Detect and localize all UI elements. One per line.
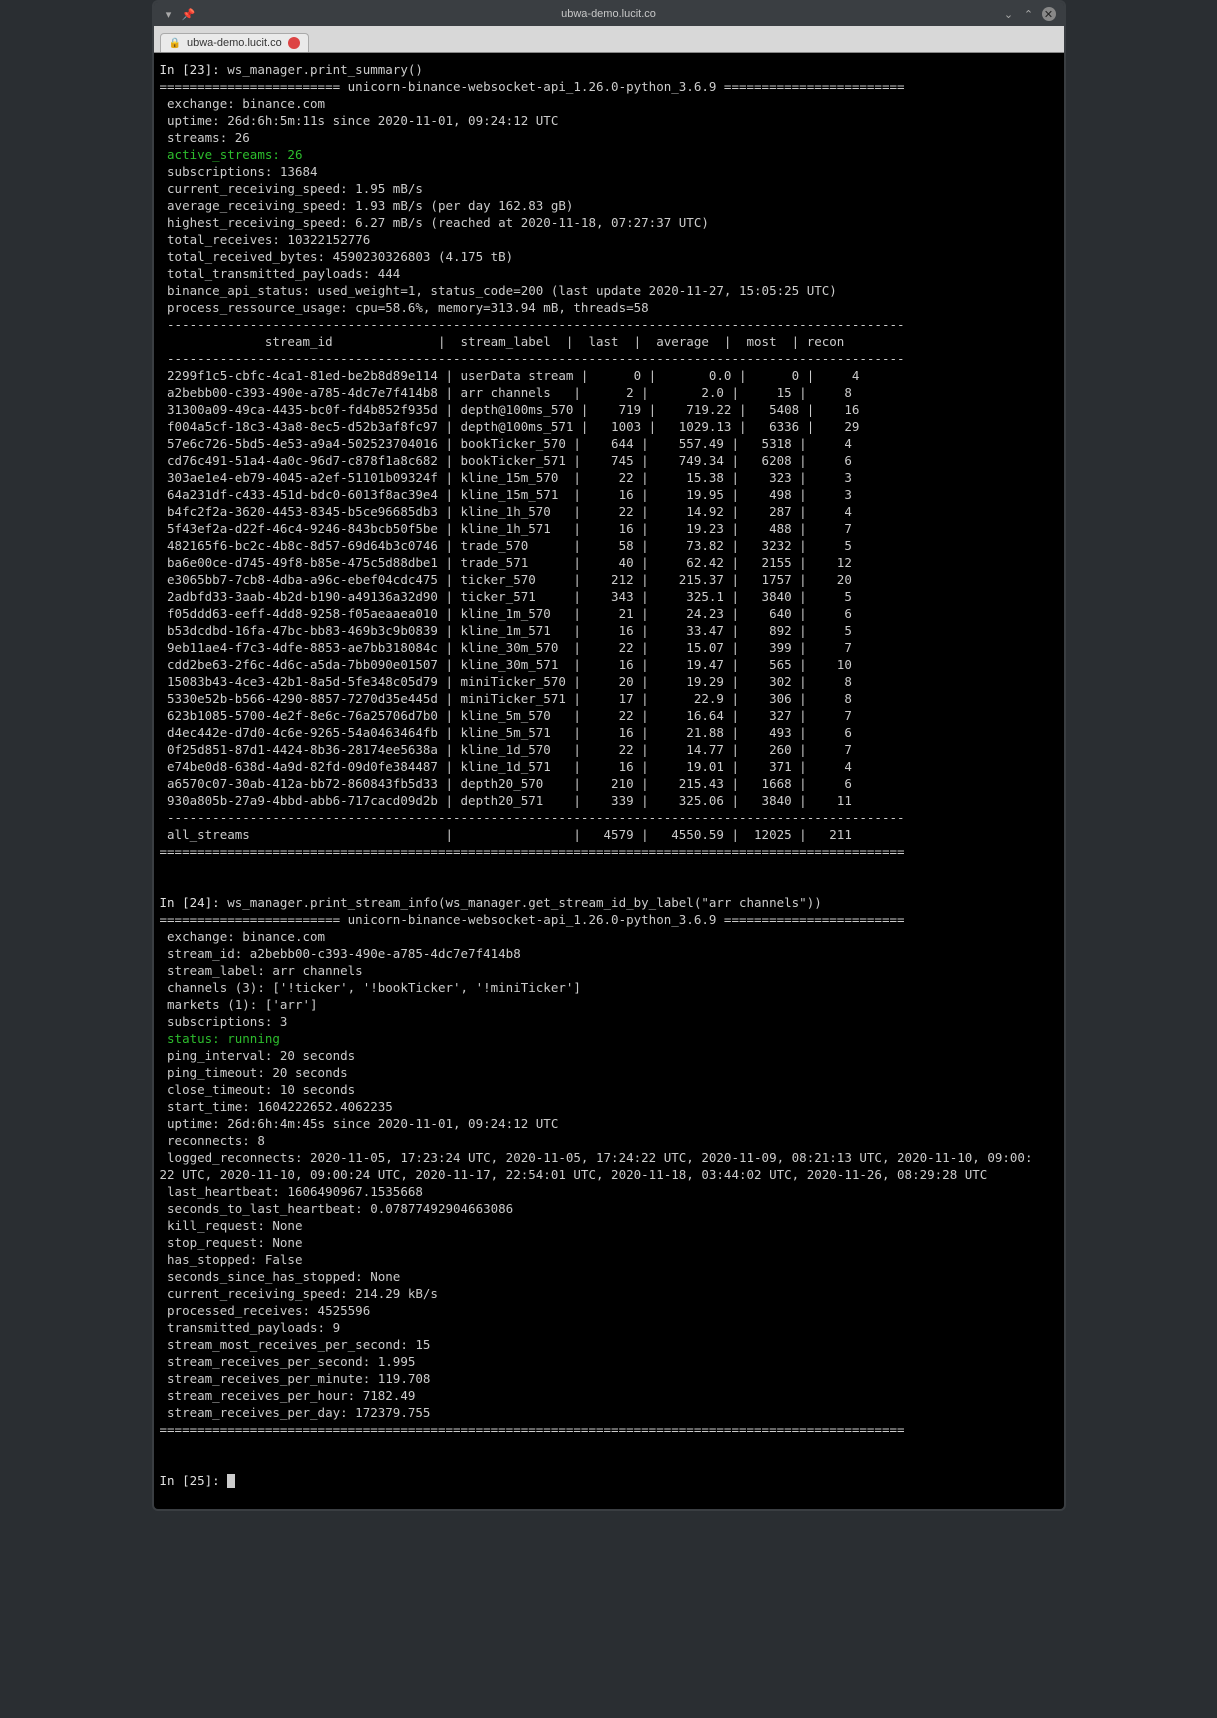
- tab-label: ubwa-demo.lucit.co: [187, 37, 282, 49]
- info-stream-id: stream_id: a2bebb00-c393-490e-a785-4dc7e…: [160, 946, 521, 961]
- input-24-prompt: In [24]:: [160, 895, 228, 910]
- footer-eq: ========================================…: [160, 1422, 905, 1437]
- tab-session[interactable]: 🔒 ubwa-demo.lucit.co: [160, 33, 309, 52]
- terminal[interactable]: In [23]: ws_manager.print_summary() ====…: [154, 53, 1064, 1509]
- input-23-prompt: In [23]:: [160, 62, 228, 77]
- input-23-code: ws_manager.print_summary(): [227, 62, 423, 77]
- tab-close-icon[interactable]: [288, 37, 300, 49]
- table-header: stream_id | stream_label | last | averag…: [160, 334, 845, 349]
- summary-total-receives: total_receives: 10322152776: [160, 232, 371, 247]
- info-kill-request: kill_request: None: [160, 1218, 303, 1233]
- info-per-minute: stream_receives_per_minute: 119.708: [160, 1371, 431, 1386]
- close-button[interactable]: ✕: [1042, 7, 1056, 21]
- banner-line: ======================== unicorn-binance…: [160, 79, 905, 94]
- info-markets: markets (1): ['arr']: [160, 997, 318, 1012]
- info-stop-request: stop_request: None: [160, 1235, 303, 1250]
- cursor: [227, 1474, 235, 1488]
- info-seconds-since-stopped: seconds_since_has_stopped: None: [160, 1269, 401, 1284]
- info-most-per-second: stream_most_receives_per_second: 15: [160, 1337, 431, 1352]
- maximize-button[interactable]: ⌃: [1022, 7, 1036, 21]
- table-sep: ----------------------------------------…: [160, 810, 905, 825]
- lock-icon: 🔒: [169, 38, 181, 49]
- summary-average-speed: average_receiving_speed: 1.93 mB/s (per …: [160, 198, 574, 213]
- summary-active-streams: active_streams: 26: [160, 147, 303, 162]
- info-logged-reconnects-2: 22 UTC, 2020-11-10, 09:00:24 UTC, 2020-1…: [160, 1167, 988, 1182]
- summary-streams: streams: 26: [160, 130, 250, 145]
- summary-subscriptions: subscriptions: 13684: [160, 164, 318, 179]
- info-ping-timeout: ping_timeout: 20 seconds: [160, 1065, 348, 1080]
- info-uptime: uptime: 26d:6h:4m:45s since 2020-11-01, …: [160, 1116, 559, 1131]
- info-subscriptions: subscriptions: 3: [160, 1014, 288, 1029]
- window-title: ubwa-demo.lucit.co: [561, 8, 656, 20]
- footer-eq: ========================================…: [160, 844, 905, 859]
- info-logged-reconnects-1: logged_reconnects: 2020-11-05, 17:23:24 …: [160, 1150, 1033, 1165]
- table-sep: ----------------------------------------…: [160, 317, 905, 332]
- table-rows: 2299f1c5-cbfc-4ca1-81ed-be2b8d89e114 | u…: [160, 367, 1058, 809]
- summary-api-status: binance_api_status: used_weight=1, statu…: [160, 283, 837, 298]
- info-seconds-to-heartbeat: seconds_to_last_heartbeat: 0.07877492904…: [160, 1201, 514, 1216]
- info-transmitted-payloads: transmitted_payloads: 9: [160, 1320, 341, 1335]
- summary-uptime: uptime: 26d:6h:5m:11s since 2020-11-01, …: [160, 113, 559, 128]
- info-per-second: stream_receives_per_second: 1.995: [160, 1354, 416, 1369]
- summary-resource-usage: process_ressource_usage: cpu=58.6%, memo…: [160, 300, 649, 315]
- info-channels: channels (3): ['!ticker', '!bookTicker',…: [160, 980, 581, 995]
- summary-total-bytes: total_received_bytes: 4590230326803 (4.1…: [160, 249, 514, 264]
- input-25-prompt: In [25]:: [160, 1473, 228, 1488]
- input-24-code: ws_manager.print_stream_info(ws_manager.…: [227, 895, 822, 910]
- info-ping-interval: ping_interval: 20 seconds: [160, 1048, 356, 1063]
- info-status: status: running: [160, 1031, 280, 1046]
- titlebar[interactable]: ▾ 📌 ubwa-demo.lucit.co ⌄ ⌃ ✕: [154, 2, 1064, 26]
- info-per-day: stream_receives_per_day: 172379.755: [160, 1405, 431, 1420]
- info-reconnects: reconnects: 8: [160, 1133, 265, 1148]
- summary-current-speed: current_receiving_speed: 1.95 mB/s: [160, 181, 423, 196]
- banner-line: ======================== unicorn-binance…: [160, 912, 905, 927]
- minimize-button[interactable]: ⌄: [1002, 7, 1016, 21]
- info-exchange: exchange: binance.com: [160, 929, 326, 944]
- summary-highest-speed: highest_receiving_speed: 6.27 mB/s (reac…: [160, 215, 709, 230]
- info-start-time: start_time: 1604222652.4062235: [160, 1099, 393, 1114]
- menu-icon[interactable]: ▾: [162, 7, 176, 21]
- table-sep: ----------------------------------------…: [160, 351, 905, 366]
- info-current-speed: current_receiving_speed: 214.29 kB/s: [160, 1286, 438, 1301]
- info-stream-label: stream_label: arr channels: [160, 963, 363, 978]
- info-processed-receives: processed_receives: 4525596: [160, 1303, 371, 1318]
- summary-exchange: exchange: binance.com: [160, 96, 326, 111]
- info-per-hour: stream_receives_per_hour: 7182.49: [160, 1388, 416, 1403]
- info-last-heartbeat: last_heartbeat: 1606490967.1535668: [160, 1184, 423, 1199]
- info-close-timeout: close_timeout: 10 seconds: [160, 1082, 356, 1097]
- pin-icon[interactable]: 📌: [182, 7, 196, 21]
- summary-total-payloads: total_transmitted_payloads: 444: [160, 266, 401, 281]
- app-window: ▾ 📌 ubwa-demo.lucit.co ⌄ ⌃ ✕ 🔒 ubwa-demo…: [152, 0, 1066, 1511]
- all-streams-row: all_streams | | 4579 | 4550.59 | 12025 |…: [160, 827, 852, 842]
- info-has-stopped: has_stopped: False: [160, 1252, 303, 1267]
- tabbar: 🔒 ubwa-demo.lucit.co: [154, 26, 1064, 53]
